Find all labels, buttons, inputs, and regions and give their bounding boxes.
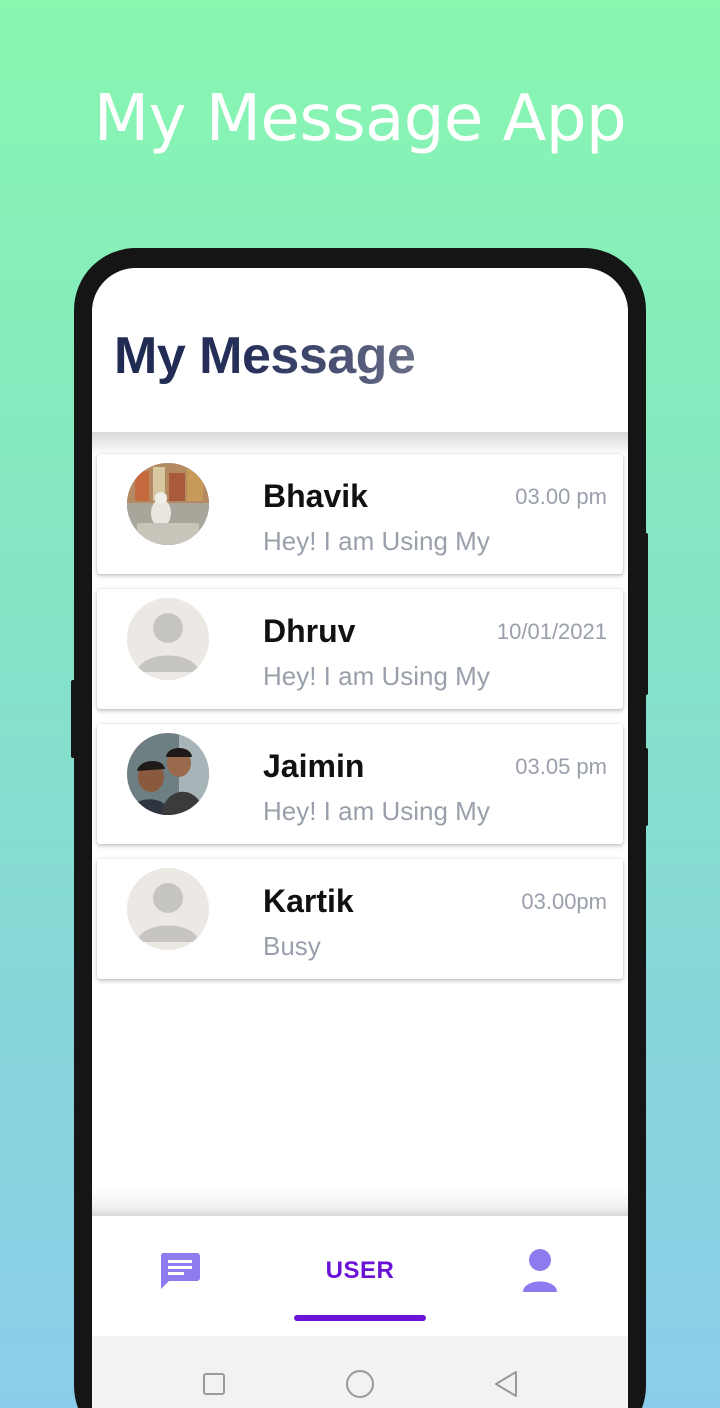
recent-apps-button[interactable]	[188, 1358, 240, 1408]
chat-status: Busy	[263, 931, 321, 961]
tab-user-label: USER	[325, 1257, 395, 1284]
default-person-icon	[127, 598, 209, 680]
tabbar-divider	[92, 1188, 628, 1216]
phone-power-button	[643, 748, 648, 826]
avatar-photo-icon	[127, 733, 209, 815]
chat-status: Hey! I am Using My	[263, 526, 490, 556]
chat-name: Kartik	[263, 883, 354, 919]
phone-side-button	[71, 680, 77, 758]
avatar	[127, 463, 209, 545]
circle-icon	[346, 1370, 374, 1398]
chat-item-bhavik[interactable]: Bhavik 03.00 pm Hey! I am Using My	[97, 454, 623, 574]
active-tab-indicator	[294, 1315, 426, 1321]
phone-screen: My Message Bhavik 03.00 pm Hey! I am Usi…	[92, 268, 628, 1408]
back-button[interactable]	[480, 1358, 532, 1408]
chat-item-jaimin[interactable]: Jaimin 03.05 pm Hey! I am Using My	[97, 724, 623, 844]
home-button[interactable]	[334, 1358, 386, 1408]
bottom-tab-bar: USER	[92, 1216, 628, 1336]
header-divider	[92, 432, 628, 456]
triangle-back-icon	[495, 1371, 517, 1397]
tab-chats[interactable]	[132, 1216, 228, 1326]
system-navigation-bar	[92, 1336, 628, 1408]
chat-time: 03.00 pm	[515, 484, 607, 509]
tab-profile[interactable]	[492, 1216, 588, 1326]
chat-item-dhruv[interactable]: Dhruv 10/01/2021 Hey! I am Using My	[97, 589, 623, 709]
tab-user[interactable]: USER	[292, 1216, 428, 1326]
chat-time: 03.05 pm	[515, 754, 607, 779]
chat-name: Dhruv	[263, 613, 356, 649]
person-icon	[523, 1249, 557, 1292]
phone-volume-button	[643, 533, 648, 695]
chat-item-kartik[interactable]: Kartik 03.00pm Busy	[97, 859, 623, 979]
avatar	[127, 868, 209, 950]
avatar	[127, 598, 209, 680]
avatar	[127, 733, 209, 815]
app-header: My Message	[92, 268, 628, 432]
chat-time: 03.00pm	[521, 889, 607, 914]
chat-status: Hey! I am Using My	[263, 661, 490, 691]
chat-name: Bhavik	[263, 478, 368, 514]
app-headline: My Message App	[93, 82, 627, 156]
chat-icon	[160, 1253, 200, 1289]
chat-name: Jaimin	[263, 748, 365, 784]
page-title: My Message	[114, 327, 416, 385]
chat-time: 10/01/2021	[496, 619, 607, 644]
chat-status: Hey! I am Using My	[263, 796, 490, 826]
default-person-icon	[127, 868, 209, 950]
square-icon	[203, 1373, 225, 1395]
avatar-photo-icon	[127, 463, 209, 545]
